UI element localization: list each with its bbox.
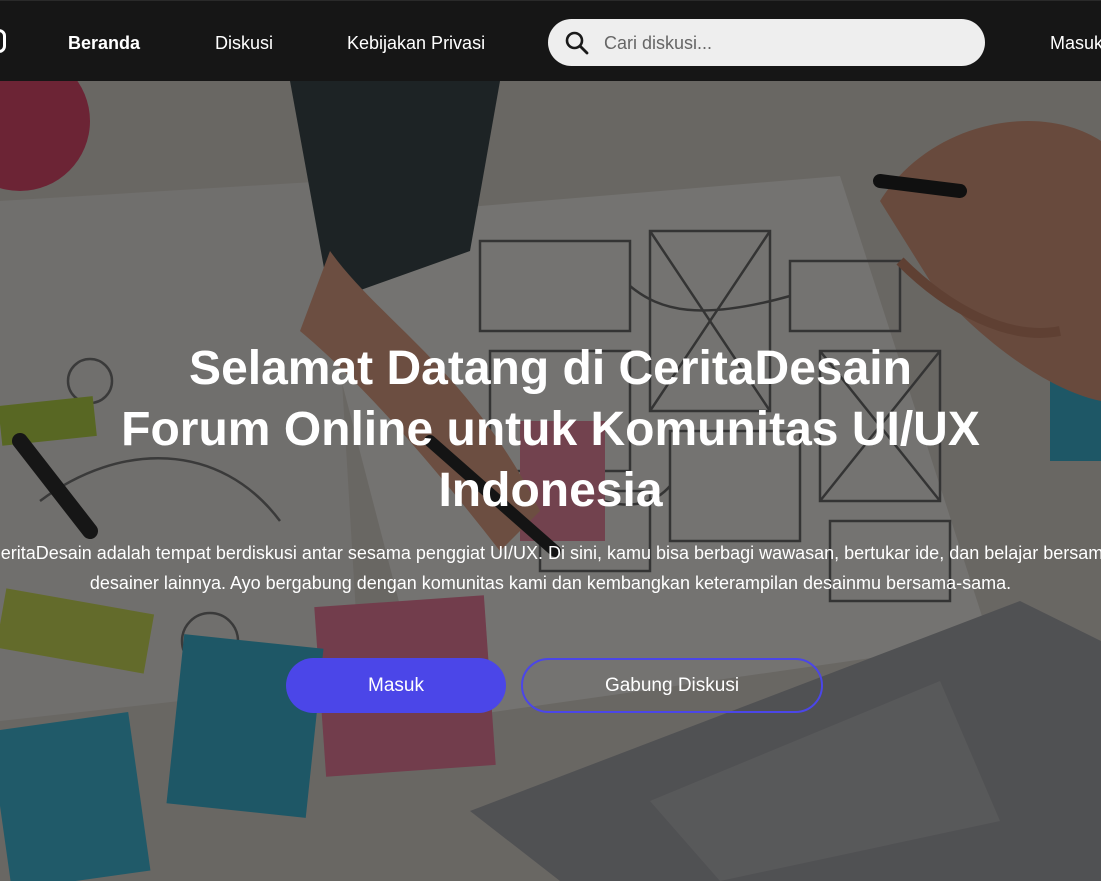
login-button[interactable]: Masuk xyxy=(286,658,506,713)
search-icon xyxy=(565,31,589,55)
hero-title-line: Forum Online untuk Komunitas UI/UX xyxy=(121,403,980,456)
nav-login-link[interactable]: Masuk xyxy=(1050,31,1101,55)
nav-link-kebijakan-privasi[interactable]: Kebijakan Privasi xyxy=(347,31,485,55)
hero-title-line: Selamat Datang di CeritaDesain xyxy=(189,342,912,395)
hero-section: Selamat Datang di CeritaDesain Forum Onl… xyxy=(0,81,1101,881)
hero-description: CeritaDesain adalah tempat berdiskusi an… xyxy=(0,543,1101,593)
search-bar[interactable] xyxy=(548,19,985,66)
search-input[interactable] xyxy=(602,27,966,59)
brand-logo[interactable] xyxy=(0,29,8,53)
nav-link-diskusi[interactable]: Diskusi xyxy=(215,31,273,55)
hero-title-line: Indonesia xyxy=(438,464,663,517)
top-navbar: Beranda Diskusi Kebijakan Privasi Masuk xyxy=(0,0,1101,81)
join-discussion-button[interactable]: Gabung Diskusi xyxy=(521,658,823,713)
hero-title: Selamat Datang di CeritaDesain Forum Onl… xyxy=(0,338,1101,521)
nav-link-beranda[interactable]: Beranda xyxy=(68,31,140,55)
